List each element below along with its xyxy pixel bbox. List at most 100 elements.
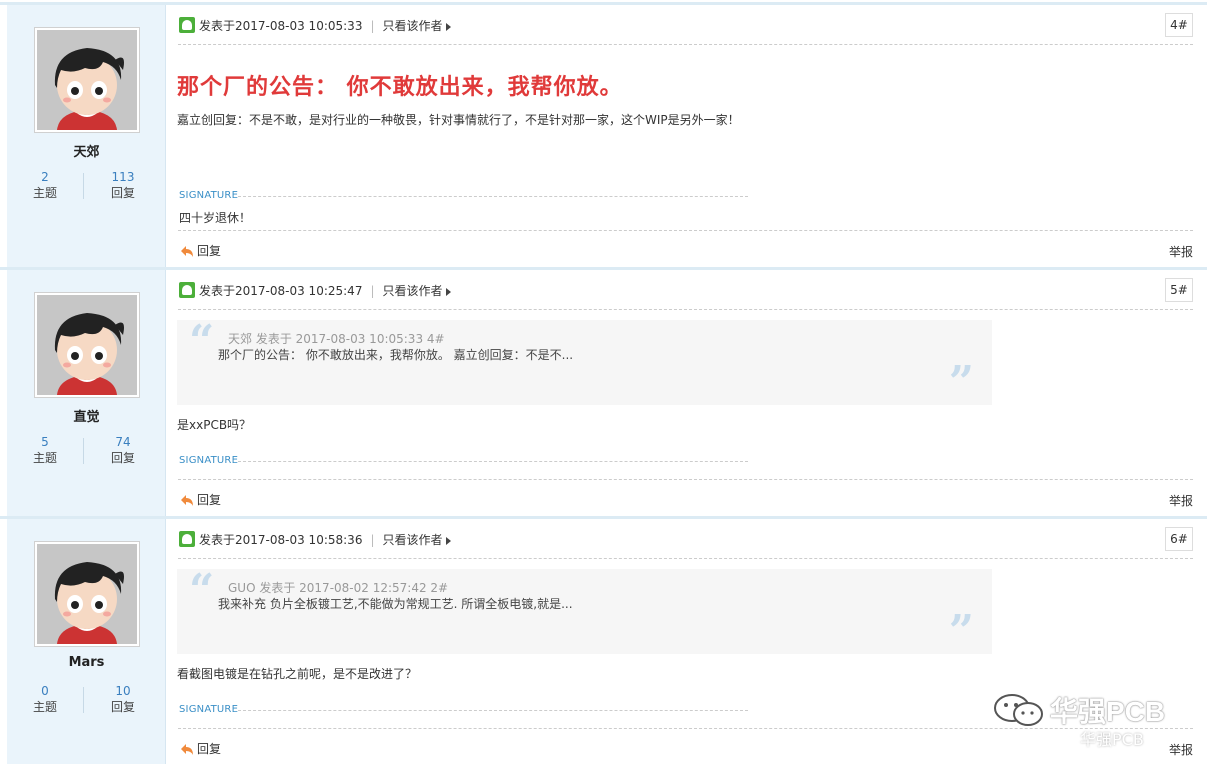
only-author-link[interactable]: 只看该作者 (383, 19, 443, 33)
quote-body: 那个厂的公告： 你不敢放出来，我帮你放。 嘉立创回复：不是不... (218, 348, 574, 362)
meta-separator: | (370, 284, 375, 298)
divider (178, 309, 1193, 310)
topics-count: 0 (41, 684, 49, 698)
meta-separator: | (370, 19, 375, 33)
divider (178, 230, 1193, 231)
quote-header: 天郊 发表于 2017-08-03 10:05:33 4# (228, 332, 445, 346)
replies-count: 113 (111, 170, 135, 184)
divider (178, 44, 1193, 45)
caret-right-icon (445, 537, 451, 545)
only-author-link[interactable]: 只看该作者 (383, 533, 443, 547)
divider (178, 479, 1193, 480)
stats-divider (83, 438, 84, 464)
avatar[interactable] (34, 27, 140, 133)
topics-stat[interactable]: 0 主题 (15, 683, 75, 715)
reply-arrow-icon (181, 495, 193, 506)
reply-arrow-icon (181, 246, 193, 257)
topics-count: 5 (41, 435, 49, 449)
topics-label: 主题 (32, 451, 57, 465)
post-time: 发表于2017-08-03 10:25:47 (199, 284, 363, 298)
username[interactable]: 直觉 (7, 406, 166, 425)
replies-label: 回复 (110, 700, 135, 714)
meta-separator: | (370, 533, 375, 547)
watermark-title: 华强PCB (1050, 696, 1166, 727)
caret-right-icon (445, 23, 451, 31)
topics-stat[interactable]: 2 主题 (15, 169, 75, 201)
post-4: 天郊 2 主题 113 回复 发表于2017-08-03 10:05:33 | 只看… (0, 2, 1207, 268)
caret-right-icon (445, 288, 451, 296)
quote-body: 我来补充 负片全板镀工艺,不能做为常规工艺. 所谓全板电镀,就是... (218, 597, 573, 611)
post-time: 发表于2017-08-03 10:58:36 (199, 533, 363, 547)
reply-button[interactable]: 回复 (180, 491, 221, 508)
post-time: 发表于2017-08-03 10:05:33 (199, 19, 363, 33)
topics-stat[interactable]: 5 主题 (15, 434, 75, 466)
quote-close-icon: ” (948, 357, 974, 408)
topics-label: 主题 (32, 186, 57, 200)
signature-label: SIGNATURE (179, 190, 239, 201)
floor-number[interactable]: 4# (1165, 13, 1193, 37)
stats-divider (83, 173, 84, 199)
post-headline: 那个厂的公告： 你不敢放出来，我帮你放。 (177, 75, 623, 100)
replies-label: 回复 (110, 451, 135, 465)
user-online-icon (179, 531, 195, 547)
quote-block: “ 天郊 发表于 2017-08-03 10:05:33 4# 那个厂的公告： … (177, 320, 992, 405)
avatar[interactable] (34, 541, 140, 647)
reply-button[interactable]: 回复 (180, 242, 221, 259)
replies-count: 10 (115, 684, 131, 698)
post-5: 直觉 5 主题 74 回复 发表于2017-08-03 10:25:47 | 只看该… (0, 267, 1207, 517)
post-meta: 发表于2017-08-03 10:05:33 | 只看该作者 (179, 16, 451, 36)
watermark: 华强PCB 华强PCB (992, 690, 1192, 760)
quote-block: “ GUO 发表于 2017-08-02 12:57:42 2# 我来补充 负片… (177, 569, 992, 654)
post-meta: 发表于2017-08-03 10:25:47 | 只看该作者 (179, 281, 451, 301)
post-meta: 发表于2017-08-03 10:58:36 | 只看该作者 (179, 530, 451, 550)
post-content: 发表于2017-08-03 10:05:33 | 只看该作者 4# 那个厂的公告： … (166, 5, 1207, 268)
floor-number[interactable]: 6# (1165, 527, 1193, 551)
signature-divider (238, 710, 748, 711)
avatar-cartoon-icon (37, 30, 137, 130)
divider (178, 558, 1193, 559)
replies-count: 74 (115, 435, 131, 449)
replies-stat[interactable]: 10 回复 (93, 683, 153, 715)
post-body: 嘉立创回复：不是不敢，是对行业的一种敬畏，针对事情就行了，不是针对那一家，这个W… (177, 113, 740, 127)
post-body: 是xxPCB吗？ (177, 418, 252, 432)
reply-label: 回复 (197, 742, 222, 756)
wechat-icon (994, 694, 1043, 726)
signature-label: SIGNATURE (179, 455, 239, 466)
reply-label: 回复 (197, 493, 222, 507)
report-button[interactable]: 举报 (1169, 243, 1193, 260)
username[interactable]: Mars (7, 655, 166, 670)
replies-stat[interactable]: 113 回复 (93, 169, 153, 201)
avatar-cartoon-icon (37, 544, 137, 644)
report-button[interactable]: 举报 (1169, 492, 1193, 509)
watermark-sub: 华强PCB (1080, 730, 1144, 749)
quote-close-icon: ” (948, 606, 974, 657)
replies-stat[interactable]: 74 回复 (93, 434, 153, 466)
author-panel: 天郊 2 主题 113 回复 (7, 5, 166, 268)
user-online-icon (179, 17, 195, 33)
signature-divider (238, 196, 748, 197)
post-body: 看截图电镀是在钻孔之前呢，是不是改进了？ (177, 667, 418, 681)
post-content: 发表于2017-08-03 10:25:47 | 只看该作者 5# “ 天郊 发表于… (166, 270, 1207, 517)
reply-button[interactable]: 回复 (180, 740, 221, 757)
floor-number[interactable]: 5# (1165, 278, 1193, 302)
topics-label: 主题 (32, 700, 57, 714)
username[interactable]: 天郊 (7, 141, 166, 160)
topics-count: 2 (41, 170, 49, 184)
user-stats: 2 主题 113 回复 (7, 169, 166, 203)
reply-label: 回复 (197, 244, 222, 258)
only-author-link[interactable]: 只看该作者 (383, 284, 443, 298)
user-online-icon (179, 282, 195, 298)
avatar[interactable] (34, 292, 140, 398)
signature-text: 四十岁退休！ (179, 211, 252, 225)
author-panel: 直觉 5 主题 74 回复 (7, 270, 166, 517)
signature-label: SIGNATURE (179, 704, 239, 715)
stats-divider (83, 687, 84, 713)
quote-open-icon: “ (189, 565, 215, 616)
replies-label: 回复 (110, 186, 135, 200)
quote-header: GUO 发表于 2017-08-02 12:57:42 2# (228, 581, 449, 595)
reply-arrow-icon (181, 744, 193, 755)
quote-open-icon: “ (189, 316, 215, 367)
author-panel: Mars 0 主题 10 回复 (7, 519, 166, 764)
signature-divider (238, 461, 748, 462)
user-stats: 0 主题 10 回复 (7, 683, 166, 717)
